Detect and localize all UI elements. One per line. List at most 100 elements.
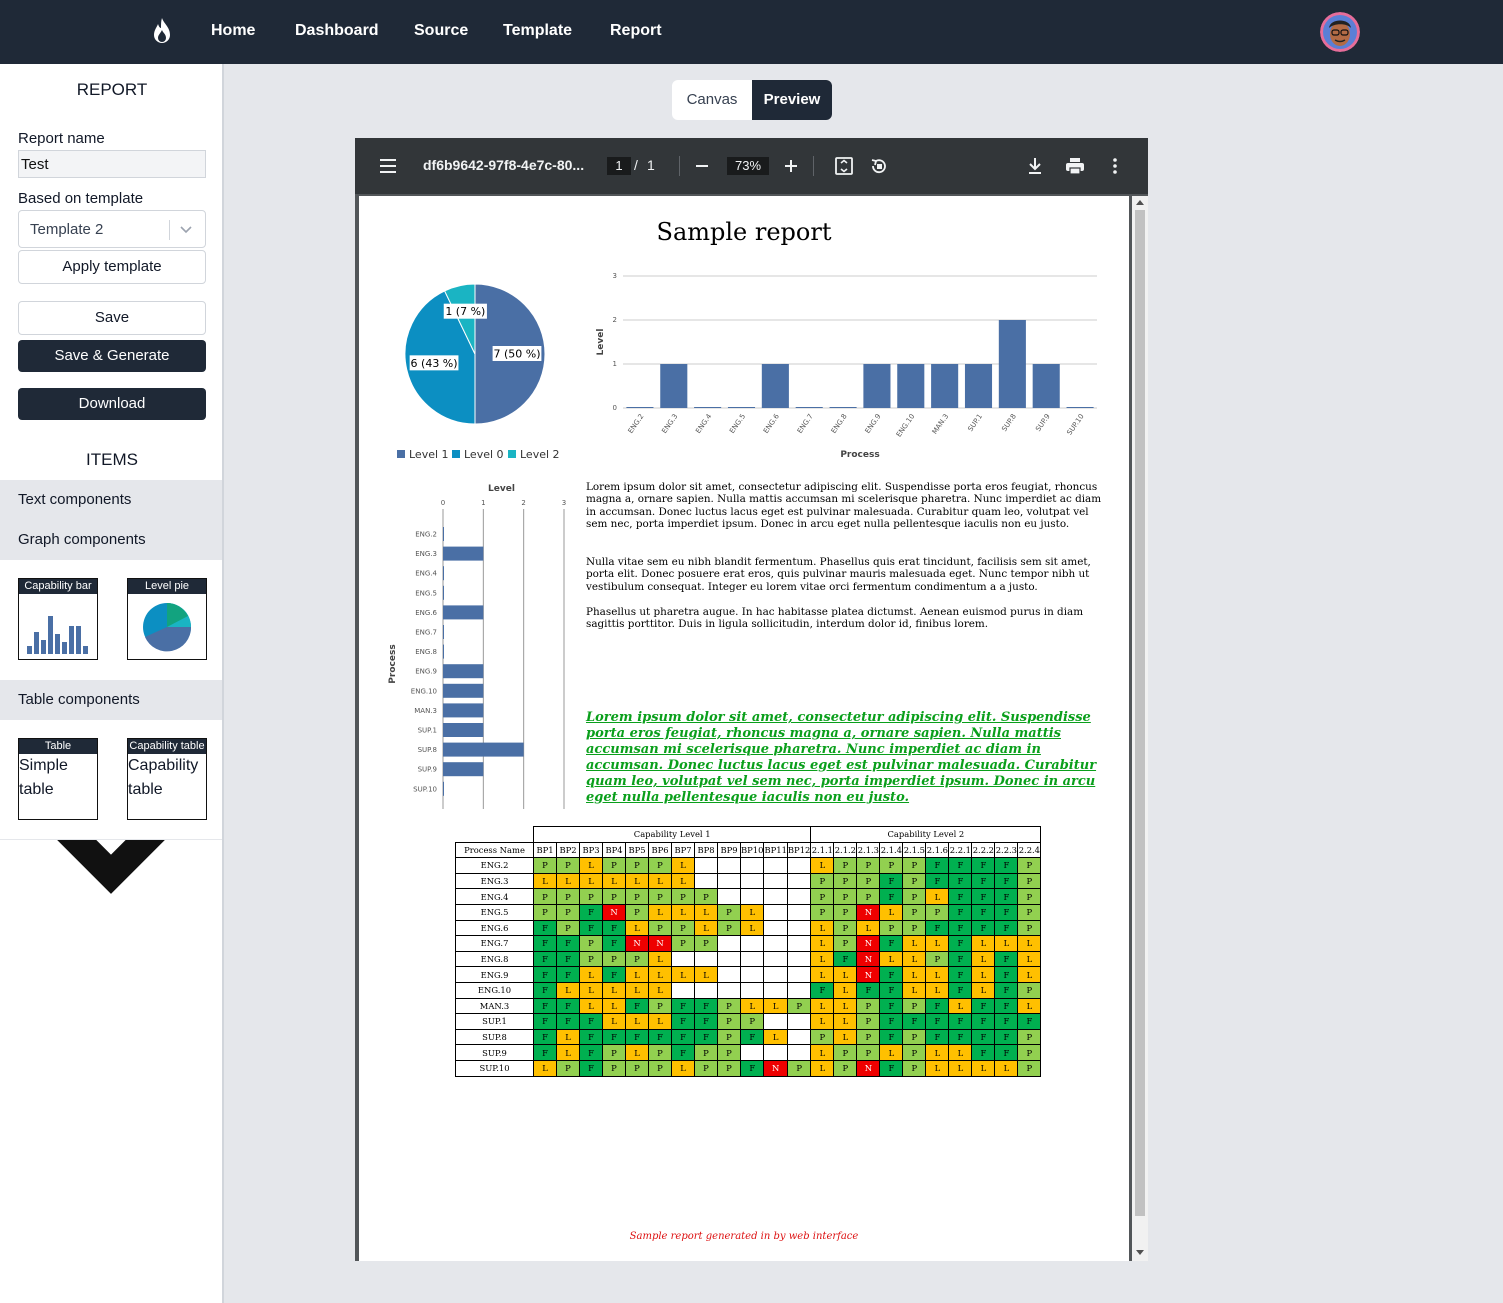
table-row: ENG.2 P P L P P P L L P P P P F F F F P: [455, 857, 1042, 874]
pdf-viewer: df6b9642-97f8-4e7c-80... 1 / 1 73% Sampl…: [355, 138, 1148, 1261]
rating-cell: L: [810, 997, 835, 1015]
x-tick-label: ENG.2: [627, 413, 646, 435]
table-row: ENG.3 L L L L L L L P P P F P F F F F P: [455, 872, 1042, 890]
rating-cell: P: [717, 997, 741, 1015]
level-pie-card[interactable]: Level pie: [127, 578, 207, 660]
nav-report[interactable]: Report: [610, 22, 662, 40]
rating-cell: L: [671, 872, 695, 890]
top-navbar: Home Dashboard Source Template Report: [0, 0, 1503, 64]
save-button[interactable]: Save: [18, 301, 206, 335]
report-name-label: Report name: [18, 130, 105, 147]
rating-cell: P: [602, 888, 626, 905]
pie-chart-icon: [143, 603, 192, 652]
table-components-header[interactable]: Table components: [0, 680, 222, 894]
rating-cell: L: [925, 888, 950, 905]
rating-cell: F: [833, 950, 858, 968]
rating-cell: F: [533, 997, 557, 1015]
zoom-in-icon[interactable]: [784, 158, 798, 174]
print-icon[interactable]: [1065, 157, 1085, 175]
flame-logo-icon[interactable]: [146, 16, 178, 48]
scrollbar-thumb[interactable]: [1135, 210, 1145, 1216]
rating-cell: L: [625, 1044, 649, 1061]
rating-cell: P: [856, 1044, 881, 1061]
simple-table-card[interactable]: Table Simple table: [18, 738, 98, 820]
bar: [863, 364, 891, 408]
nav-source[interactable]: Source: [414, 22, 468, 40]
text-components-header[interactable]: Text components: [0, 480, 222, 685]
save-generate-button[interactable]: Save & Generate: [18, 340, 206, 372]
more-options-icon[interactable]: [1111, 157, 1119, 175]
rating-cell: F: [994, 950, 1019, 968]
rating-cell: P: [717, 1013, 741, 1030]
legend-swatch: [508, 450, 516, 458]
rating-cell: L: [602, 872, 626, 890]
template-select[interactable]: Template 2: [18, 210, 206, 248]
tab-canvas[interactable]: Canvas: [672, 80, 752, 120]
capability-table-card[interactable]: Capability table Capability table: [127, 738, 207, 820]
rating-cell: L: [763, 997, 788, 1015]
column-header: BP12: [786, 841, 812, 859]
rating-cell: F: [925, 1013, 950, 1030]
zoom-out-icon[interactable]: [695, 158, 709, 174]
capability-table: Capability Level 1 Capability Level 2 Proc…: [455, 826, 1042, 1077]
x-tick-label: ENG.10: [895, 413, 917, 439]
download-icon[interactable]: [1027, 157, 1043, 175]
rating-cell: P: [833, 919, 858, 937]
x-tick-label: ENG.3: [660, 413, 679, 435]
rating-cell: [694, 981, 718, 999]
rating-cell: P: [602, 1059, 626, 1077]
rating-cell: F: [533, 935, 557, 952]
rating-cell: L: [556, 1028, 580, 1046]
rating-cell: P: [1017, 919, 1042, 937]
table-row: ENG.5 P P F N P L L L P L P P N L P P F F F P: [455, 903, 1042, 921]
zoom-level-input[interactable]: 73%: [727, 157, 769, 175]
column-header: 2.2.4: [1017, 841, 1042, 859]
nav-dashboard[interactable]: Dashboard: [295, 22, 379, 40]
pdf-scrollbar[interactable]: [1132, 196, 1148, 1261]
bar: [443, 781, 444, 796]
scroll-down-arrow-icon[interactable]: [1136, 1250, 1144, 1256]
rating-cell: L: [810, 919, 835, 937]
rating-cell: P: [902, 1044, 927, 1061]
graph-components-header[interactable]: Graph components: [0, 520, 222, 734]
rating-cell: F: [994, 919, 1019, 937]
process-name-cell: ENG.7: [455, 935, 534, 952]
rating-cell: L: [602, 997, 626, 1015]
nav-template[interactable]: Template: [503, 22, 572, 40]
rotate-icon[interactable]: [869, 156, 889, 176]
rating-cell: P: [602, 857, 626, 874]
apply-template-button[interactable]: Apply template: [18, 250, 206, 284]
page-number-input[interactable]: 1: [607, 157, 631, 175]
rating-cell: P: [786, 1059, 812, 1077]
rating-cell: P: [902, 872, 927, 890]
rating-cell: L: [971, 981, 996, 999]
chevron-down-icon[interactable]: [179, 224, 193, 236]
capability-bar-card[interactable]: Capability bar: [18, 578, 98, 660]
page-total: 1: [647, 157, 655, 173]
rating-cell: [786, 1044, 812, 1061]
rating-cell: F: [879, 1028, 904, 1046]
rating-cell: [763, 981, 788, 999]
rating-cell: P: [925, 950, 950, 968]
rating-cell: F: [648, 1028, 672, 1046]
scroll-up-arrow-icon[interactable]: [1136, 199, 1144, 205]
download-button[interactable]: Download: [18, 388, 206, 420]
rating-cell: [763, 888, 788, 905]
rating-cell: L: [810, 1059, 835, 1077]
rating-cell: [739, 950, 765, 968]
bar: [443, 585, 444, 600]
rating-cell: L: [648, 950, 672, 968]
user-avatar[interactable]: [1320, 12, 1360, 52]
nav-home[interactable]: Home: [211, 22, 255, 40]
tab-preview[interactable]: Preview: [752, 80, 832, 120]
rating-cell: L: [833, 966, 858, 983]
rating-cell: F: [971, 872, 996, 890]
rating-cell: [763, 857, 788, 874]
rating-cell: L: [1017, 950, 1042, 968]
rating-cell: F: [533, 950, 557, 968]
rating-cell: F: [579, 1028, 603, 1046]
menu-icon[interactable]: [379, 158, 397, 174]
report-name-input[interactable]: Test: [18, 150, 206, 178]
rating-cell: L: [579, 981, 603, 999]
fit-page-icon[interactable]: [834, 157, 854, 175]
